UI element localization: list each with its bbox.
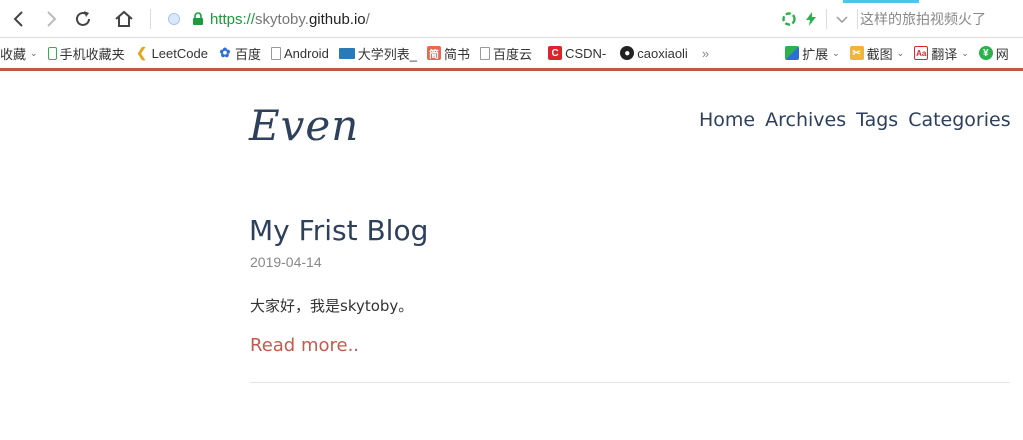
bookmark-label: CSDN- [565,45,607,61]
bookmark-android[interactable]: Android [267,38,335,68]
bookmark-label: 收藏 [0,46,27,62]
github-icon: ● [620,46,635,60]
bookmark-mobile-favorites[interactable]: 手机收藏夹 [44,38,131,68]
menu-item-archives[interactable]: Archives [765,109,846,131]
site-logo[interactable]: Even [249,101,359,150]
bookmarks-bar: 收藏 ⌄ 手机收藏夹 ❮ LeetCode ✿ 百度 Android 大学列表_ … [0,38,1023,68]
post-title[interactable]: My Frist Blog [249,214,428,247]
menu-item-tags[interactable]: Tags [856,109,898,131]
url-subdomain: skytoby. [255,10,309,28]
read-more-link[interactable]: Read more.. [250,335,359,356]
forward-button[interactable] [40,8,62,30]
shopping-icon: ¥ [978,46,993,60]
bookmark-university-list[interactable]: 大学列表_ [335,38,423,68]
bookmark-favorites[interactable]: 收藏 ⌄ [0,38,44,68]
forward-arrow-icon [47,11,57,27]
extensions-label: 扩展 [802,46,829,62]
reload-icon [76,11,90,26]
post-excerpt: 大家好，我是skytoby。 [250,297,414,315]
chevron-down-icon: ⌄ [961,47,969,58]
url-protocol: https:// [210,10,256,28]
extensions-button[interactable]: 扩展 ⌄ [715,38,846,68]
translate-button[interactable]: Aa 翻译 ⌄ [910,38,975,68]
bookmark-leetcode[interactable]: ❮ LeetCode [131,38,214,68]
address-bar[interactable]: https://skytoby. github.io / [168,9,370,29]
url-domain: github.io [308,10,366,28]
translate-icon: Aa [914,46,929,60]
menu-item-home[interactable]: Home [699,109,755,131]
toolbar-separator [150,9,151,29]
bookmark-label: LeetCode [151,45,208,61]
home-icon [115,10,133,27]
phone-icon [47,46,57,60]
site-menu: Home Archives Tags Categories [699,109,1011,131]
bookmark-label: 简书 [444,46,471,62]
screenshot-label: 截图 [866,46,893,62]
bookmark-label: 大学列表_ [357,46,418,62]
bookmark-label: 手机收藏夹 [59,46,125,62]
post-divider [250,382,1010,383]
lock-icon [193,12,203,25]
back-button[interactable] [8,8,30,30]
url-path: / [365,10,370,28]
home-button[interactable] [113,8,135,30]
bookmark-label: 百度 [234,46,261,62]
chevron-down-icon[interactable] [831,8,853,30]
back-arrow-icon [13,11,23,27]
tab-accent-bar [843,0,919,3]
chevron-down-icon: ⌄ [30,47,38,58]
bookmark-baidu-cloud[interactable]: 百度云 [476,38,538,68]
baidu-paw-icon: ✿ [219,45,231,60]
bookmark-jianshu[interactable]: 简 简书 [423,38,476,68]
address-separator [826,9,827,29]
recycle-icon[interactable] [778,8,800,30]
chevron-down-icon: ⌄ [896,47,905,58]
bookmark-github[interactable]: ● caoxiaoli [612,38,694,68]
bookmark-csdn[interactable]: C CSDN- [538,38,612,68]
jianshu-icon: 简 [427,46,442,61]
leetcode-icon: ❮ [136,45,148,60]
bookmark-label: 百度云 [493,46,533,62]
menu-item-categories[interactable]: Categories [908,109,1010,131]
chevron-down-icon: ⌄ [832,47,840,58]
post-date: 2019-04-14 [250,254,322,270]
folder-flag-icon [338,47,355,59]
page-icon [480,46,491,60]
lightning-icon[interactable] [800,8,822,30]
extensions-icon [785,46,800,60]
shopping-label: 网 [995,46,1009,62]
search-separator [857,9,858,29]
reload-button[interactable] [72,8,94,30]
bookmark-label: caoxiaoli [637,45,688,61]
site-info-icon[interactable] [168,13,180,25]
shopping-button[interactable]: ¥ 网 [975,38,1015,68]
page-icon [270,46,281,60]
bookmark-label: Android [283,45,329,61]
scissors-icon: ✂ [849,46,864,60]
address-right-tools [778,8,862,30]
bookmarks-overflow-button[interactable]: » [694,38,715,68]
search-input[interactable]: 这样的旅拍视频火了 [860,9,986,29]
browser-toolbar: https://skytoby. github.io / 这样的旅拍视频火了 [0,0,1023,38]
csdn-icon: C [548,46,563,60]
screenshot-button[interactable]: ✂ 截图 ⌄ [846,38,911,68]
blog-page: Even Home Archives Tags Categories My Fr… [0,71,1023,440]
translate-label: 翻译 [931,46,958,62]
bookmark-baidu[interactable]: ✿ 百度 [214,38,267,68]
more-icon: » [701,45,710,61]
